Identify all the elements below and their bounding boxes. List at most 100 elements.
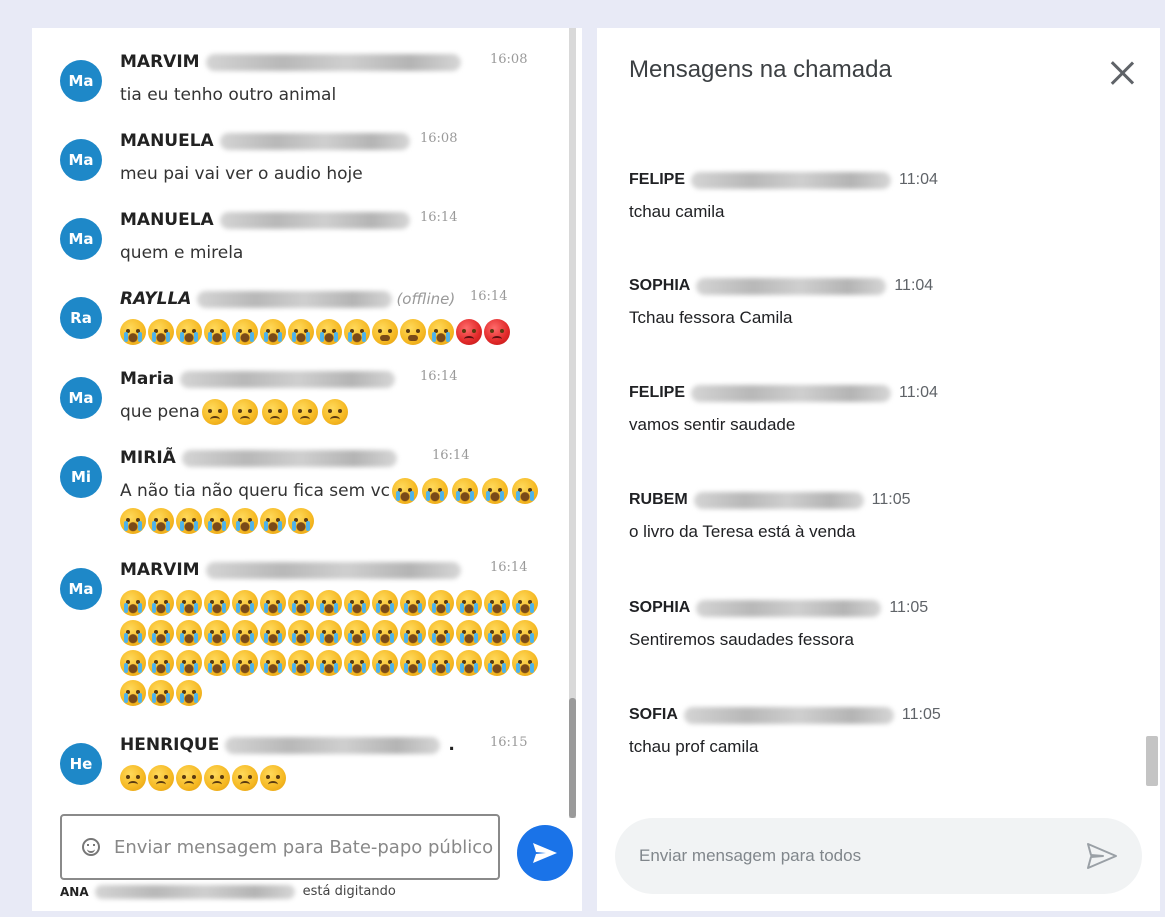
message-time: 11:04 xyxy=(899,171,938,188)
message-time: 11:04 xyxy=(894,277,934,294)
cry-face-emoji xyxy=(400,650,426,676)
message-emojis xyxy=(120,588,565,708)
cry-face-emoji xyxy=(232,508,258,534)
meeting-chat-scrollbar[interactable] xyxy=(1146,736,1158,786)
cry-face-emoji xyxy=(316,620,342,646)
meeting-chat-input-box[interactable]: Enviar mensagem para todos xyxy=(615,818,1142,894)
worried-face-emoji xyxy=(204,765,230,791)
meeting-chat-panel: Mensagens na chamada FELIPE 11:04 tchau … xyxy=(597,28,1160,911)
message-time: 16:15 xyxy=(490,735,528,750)
cry-face-emoji xyxy=(120,590,146,616)
sender-name: MIRIÃ xyxy=(120,448,176,468)
sender-name: FELIPE xyxy=(629,171,686,188)
sad-face-emoji xyxy=(261,399,288,425)
message-time: 16:14 xyxy=(420,369,458,384)
message-header: Maria xyxy=(120,367,396,391)
cry-face-emoji xyxy=(176,590,202,616)
sender-name: SOPHIA xyxy=(629,599,691,616)
cry-face-emoji xyxy=(512,590,538,616)
chat-scrollbar-thumb[interactable] xyxy=(569,698,576,818)
cry-face-emoji xyxy=(428,319,454,345)
message-text: Sentiremos saudades fessora xyxy=(629,630,854,649)
send-icon xyxy=(533,843,557,863)
send-icon[interactable] xyxy=(1085,840,1119,872)
cry-face-emoji xyxy=(120,620,146,646)
panel-title: Mensagens na chamada xyxy=(629,56,892,83)
avatar: Ma xyxy=(60,568,102,610)
redacted-name xyxy=(693,491,864,509)
sender-name: MANUELA xyxy=(120,131,214,151)
offline-status: (offline) xyxy=(396,290,456,308)
message-time: 16:14 xyxy=(470,289,508,304)
avatar: Ma xyxy=(60,139,102,181)
worried-face-emoji xyxy=(176,765,202,791)
sender-name: SOPHIA xyxy=(629,277,691,294)
message-emojis xyxy=(120,763,565,793)
cry-face-emoji xyxy=(288,620,314,646)
sad-face-emoji xyxy=(291,399,318,425)
cry-face-emoji xyxy=(232,319,258,345)
message-time: 16:14 xyxy=(432,448,470,463)
redacted-name xyxy=(219,132,410,150)
cry-face-emoji xyxy=(344,650,370,676)
sender-name: RAYLLA xyxy=(120,289,192,309)
sender-name: SOFIA xyxy=(629,706,678,723)
message-text: A não tia não queru fica sem vc xyxy=(120,481,390,501)
cry-face-emoji xyxy=(204,590,230,616)
cry-face-emoji xyxy=(428,590,454,616)
sender-name: MANUELA xyxy=(120,210,214,230)
cry-face-emoji xyxy=(148,650,174,676)
worried-face-emoji xyxy=(232,765,258,791)
cry-face-emoji xyxy=(512,478,538,504)
message-text: quem e mirela xyxy=(120,243,244,263)
typing-indicator: ANA está digitando xyxy=(60,884,396,899)
cry-face-emoji xyxy=(288,590,314,616)
cry-face-emoji xyxy=(176,680,202,706)
cry-face-emoji xyxy=(428,620,454,646)
typing-label: está digitando xyxy=(302,884,396,899)
cry-face-emoji xyxy=(482,478,508,504)
cry-face-emoji xyxy=(400,620,426,646)
cry-face-emoji xyxy=(456,590,482,616)
cry-face-emoji xyxy=(512,650,538,676)
message-text: Tchau fessora Camila xyxy=(629,308,793,327)
meeting-message: SOFIA 11:05 tchau prof camila xyxy=(629,703,941,757)
cry-face-emoji xyxy=(344,590,370,616)
close-icon[interactable] xyxy=(1109,60,1135,86)
tired-face-emoji xyxy=(372,319,398,345)
redacted-name xyxy=(219,211,410,229)
meeting-message: FELIPE 11:04 vamos sentir saudade xyxy=(629,381,938,435)
meeting-chat-input[interactable]: Enviar mensagem para todos xyxy=(639,846,861,866)
public-chat-input-box[interactable]: Enviar mensagem para Bate-papo público xyxy=(60,814,500,880)
send-button[interactable] xyxy=(517,825,573,881)
redacted-name xyxy=(197,290,393,308)
cry-face-emoji xyxy=(316,590,342,616)
cry-face-emoji xyxy=(316,650,342,676)
public-chat-panel: Ma MARVIM 16:08 tia eu tenho outro anima… xyxy=(32,28,582,911)
cry-face-emoji xyxy=(288,650,314,676)
avatar: Ma xyxy=(60,377,102,419)
cry-face-emoji xyxy=(452,478,478,504)
redacted-name xyxy=(691,384,892,402)
message-text: tia eu tenho outro animal xyxy=(120,85,337,105)
sender-name: HENRIQUE xyxy=(120,735,220,755)
meeting-message: RUBEM 11:05 o livro da Teresa está à ven… xyxy=(629,488,911,542)
cry-face-emoji xyxy=(512,620,538,646)
cry-face-emoji xyxy=(232,650,258,676)
redacted-name xyxy=(205,53,461,71)
cry-face-emoji xyxy=(344,319,370,345)
cry-face-emoji xyxy=(400,590,426,616)
cry-face-emoji xyxy=(456,620,482,646)
cry-face-emoji xyxy=(344,620,370,646)
public-chat-input[interactable]: Enviar mensagem para Bate-papo público xyxy=(114,837,493,858)
cry-face-emoji xyxy=(176,319,202,345)
message-emojis xyxy=(120,317,565,347)
message-header: MIRIÃ xyxy=(120,446,397,470)
typing-user-name: ANA xyxy=(60,884,89,899)
message-text: que pena xyxy=(120,402,200,422)
cry-face-emoji xyxy=(176,650,202,676)
cry-face-emoji xyxy=(148,680,174,706)
cry-face-emoji xyxy=(148,590,174,616)
emoji-picker-icon[interactable] xyxy=(82,838,100,856)
cry-face-emoji xyxy=(288,319,314,345)
